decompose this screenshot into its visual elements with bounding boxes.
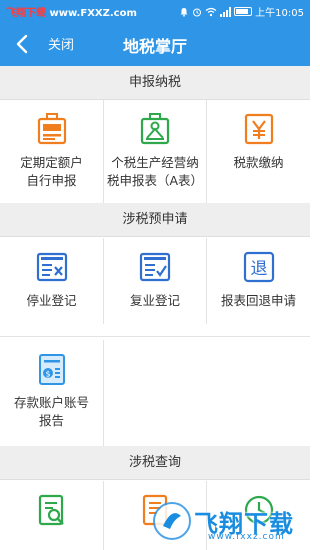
grid-item-label: 停业登记	[26, 293, 77, 308]
divider	[103, 100, 104, 203]
status-watermark: 飞翔下载 www.FXXZ.com	[6, 4, 137, 19]
divider	[206, 238, 207, 324]
yen-icon	[244, 113, 273, 145]
divider	[103, 340, 104, 446]
signal-icon	[220, 6, 232, 17]
watermark-url: www.FXXZ.com	[49, 8, 137, 19]
doc-search-icon	[38, 494, 64, 526]
grid-item-bank-account-report[interactable]: $ 存款账户账号 报告	[0, 340, 103, 446]
section-header-tax-filing: 申报纳税	[0, 66, 310, 100]
grid-item-label: 报表回退申请	[220, 293, 296, 308]
battery-icon	[234, 7, 253, 16]
nav-bar: 关闭 地税掌厅	[0, 22, 310, 66]
page-title: 地税掌厅	[122, 37, 187, 56]
divider	[206, 100, 207, 203]
bank-account-icon: $	[38, 354, 65, 385]
grid-item-label: 个税生产经营纳 税申报表（A表）	[106, 155, 204, 188]
grid-item-label: 复业登记	[129, 293, 180, 308]
wifi-icon	[205, 7, 217, 16]
status-time: 上午10:05	[255, 8, 304, 19]
refund-icon: 退	[243, 251, 274, 283]
grid-item-tax-payment[interactable]: 税款缴纳	[207, 100, 310, 203]
form-check-icon	[139, 252, 171, 282]
grid-item-individual-tax-a-form[interactable]: 个税生产经营纳 税申报表（A表）	[104, 100, 206, 203]
watermark-prefix: 飞翔下载	[6, 8, 46, 19]
divider	[103, 238, 104, 324]
section-header-pre-application: 涉税预申请	[0, 203, 310, 237]
document-person-icon	[140, 113, 170, 145]
overlay-watermark: 飞翔下载 www.fxxz.com	[150, 492, 310, 550]
fxxz-logo-icon	[153, 502, 191, 540]
status-bar: 飞翔下载 www.FXXZ.com 上午10:05	[0, 0, 310, 22]
grid-item-query-1[interactable]	[0, 481, 103, 550]
id-badge-icon	[37, 113, 66, 145]
grid-item-report-rollback[interactable]: 退 报表回退申请	[207, 238, 310, 324]
form-cancel-icon	[36, 252, 67, 282]
section-header-tax-query: 涉税查询	[0, 446, 310, 480]
status-icons: 上午10:05	[179, 4, 304, 19]
alarm-icon	[193, 8, 202, 16]
watermark-url: www.fxxz.com	[208, 532, 285, 542]
grid-item-label: 存款账户账号 报告	[13, 395, 89, 428]
bell-icon	[180, 7, 188, 17]
grid-item-resume-registration[interactable]: 复业登记	[104, 238, 206, 324]
grid-item-fixed-quota-filing[interactable]: 定期定额户 自行申报	[0, 100, 103, 203]
grid-item-suspend-registration[interactable]: 停业登记	[0, 238, 103, 324]
divider	[103, 481, 104, 550]
svg-text:退: 退	[250, 259, 267, 279]
svg-text:$: $	[45, 370, 50, 379]
grid-item-label: 税款缴纳	[233, 155, 284, 170]
grid-item-label: 定期定额户 自行申报	[20, 155, 83, 188]
divider	[0, 336, 310, 337]
